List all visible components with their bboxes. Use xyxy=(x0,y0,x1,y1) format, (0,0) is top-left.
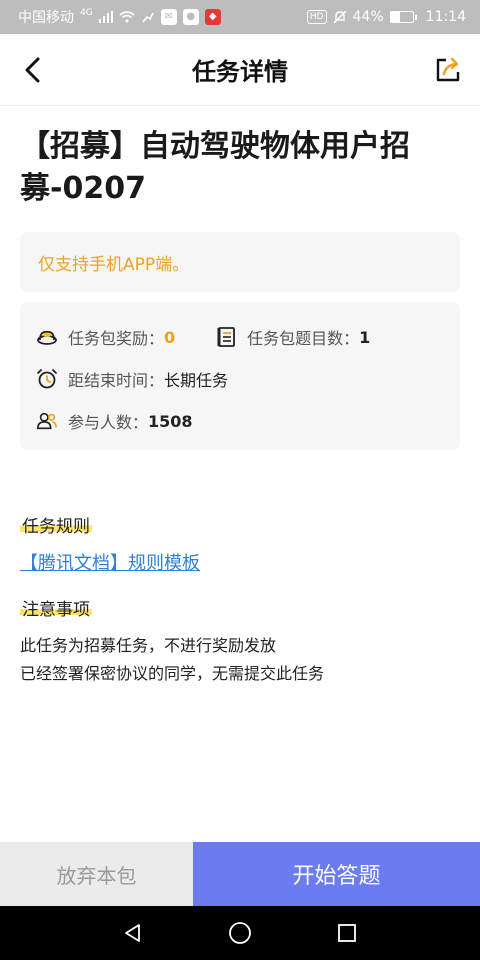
triangle-back-icon xyxy=(125,924,141,942)
wechat-icon: ✉ xyxy=(160,9,177,25)
bottom-action-bar: 放弃本包 开始答题 xyxy=(0,842,480,906)
chevron-left-icon xyxy=(25,57,40,83)
question-count-label: 任务包题目数： xyxy=(247,329,360,348)
mute-icon xyxy=(333,10,347,24)
notes-text: 此任务为招募任务，不进行奖励发放 已经签署保密协议的同学，无需提交此任务 xyxy=(20,632,460,688)
system-back-button[interactable] xyxy=(113,913,153,953)
rules-doc-link[interactable]: 【腾讯文档】规则模板 xyxy=(20,549,460,575)
participants-label: 参与人数： xyxy=(68,413,149,432)
circle-home-icon xyxy=(229,922,251,944)
info-row-end-time: 距结束时间： 长期任务 xyxy=(36,358,444,400)
notice-card: 仅支持手机APP端。 xyxy=(20,232,460,292)
notice-text: 仅支持手机APP端。 xyxy=(38,254,190,275)
end-time-item: 距结束时间： 长期任务 xyxy=(36,367,228,391)
wifi-icon xyxy=(119,11,135,23)
participants-value: 1508 xyxy=(148,411,193,431)
task-detail-content: 【招募】自动驾驶物体用户招募-0207 仅支持手机APP端。 任务包奖励： 0 … xyxy=(0,106,480,842)
system-navigation-bar xyxy=(0,906,480,960)
page-title: 任务详情 xyxy=(192,58,288,86)
battery-percent: 44% xyxy=(352,9,384,25)
share-export-icon xyxy=(436,57,460,82)
qq-icon: ● xyxy=(182,9,199,25)
task-title: 【招募】自动驾驶物体用户招募-0207 xyxy=(20,129,410,206)
rules-heading: 任务规则 xyxy=(20,512,92,537)
carrier-label: 中国移动 xyxy=(18,10,74,26)
start-answering-button[interactable]: 开始答题 xyxy=(193,842,480,906)
info-row-participants: 参与人数： 1508 xyxy=(36,400,444,442)
notes-line-2: 已经签署保密协议的同学，无需提交此任务 xyxy=(20,664,325,683)
end-time-label: 距结束时间： xyxy=(68,371,165,390)
task-info-card: 任务包奖励： 0 任务包题目数： 1 距结束时间： 长期任务 参与人数： 150… xyxy=(20,302,460,450)
run-icon xyxy=(141,11,155,23)
people-icon xyxy=(36,410,58,432)
gold-ingot-icon xyxy=(36,326,58,348)
participants-item: 参与人数： 1508 xyxy=(36,409,193,433)
status-left: 中国移动 4G ✉ ● ◆ xyxy=(18,7,221,27)
notebook-icon xyxy=(215,326,237,348)
abandon-button[interactable]: 放弃本包 xyxy=(0,842,193,906)
app-notification-icon: ◆ xyxy=(204,9,221,25)
square-recents-icon xyxy=(337,924,356,942)
reward-item: 任务包奖励： 0 xyxy=(36,325,175,349)
info-row-reward: 任务包奖励： 0 任务包题目数： 1 xyxy=(36,316,444,358)
end-time-value: 长期任务 xyxy=(164,371,229,390)
notes-heading: 注意事项 xyxy=(20,595,92,620)
alarm-clock-icon xyxy=(36,368,58,390)
reward-value: 0 xyxy=(164,327,176,347)
hd-badge: HD xyxy=(306,10,327,24)
network-label: 4G xyxy=(80,8,93,18)
back-button[interactable] xyxy=(16,54,48,86)
nav-bar: 任务详情 xyxy=(0,34,480,106)
notes-line-1: 此任务为招募任务，不进行奖励发放 xyxy=(20,636,277,655)
system-recents-button[interactable] xyxy=(327,913,367,953)
share-button[interactable] xyxy=(432,54,464,86)
reward-label: 任务包奖励： xyxy=(68,329,165,348)
signal-icon xyxy=(98,11,113,23)
battery-icon xyxy=(389,11,417,23)
status-bar: 中国移动 4G ✉ ● ◆ HD 44% 11:14 xyxy=(0,0,480,34)
system-home-button[interactable] xyxy=(220,913,260,953)
clock: 11:14 xyxy=(425,9,466,25)
battery-fill xyxy=(390,12,401,22)
question-count-item: 任务包题目数： 1 xyxy=(215,325,370,349)
question-count-value: 1 xyxy=(359,327,371,347)
status-right: HD 44% 11:14 xyxy=(306,9,466,25)
